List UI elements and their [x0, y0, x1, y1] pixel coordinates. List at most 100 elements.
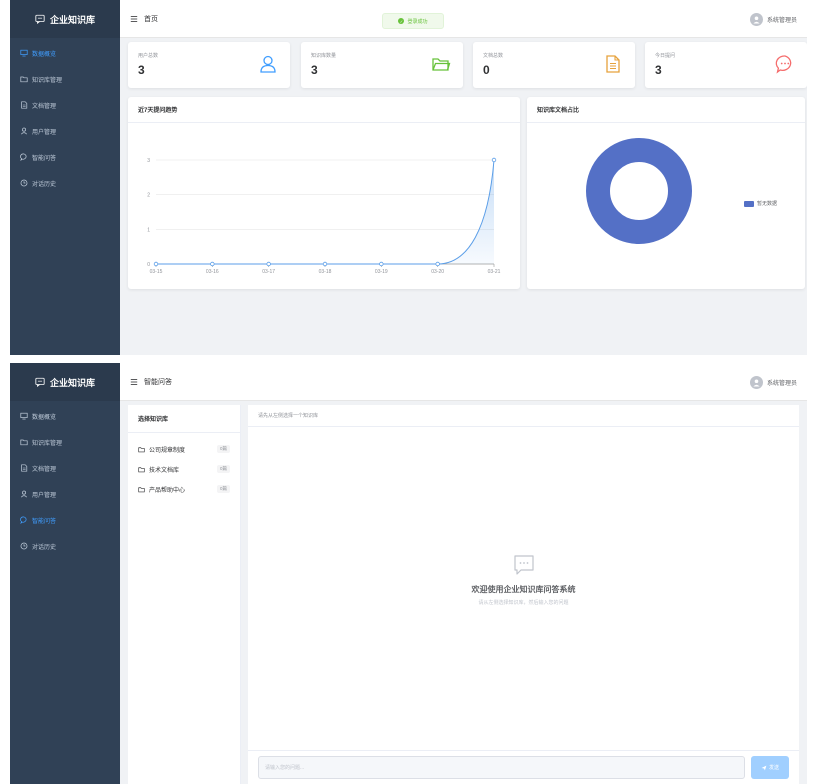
folder-open-icon — [432, 58, 451, 71]
x-tick-label: 03-19 — [375, 269, 388, 275]
sidebar-item-overview[interactable]: 数据概览 — [10, 40, 120, 66]
question-input[interactable] — [258, 756, 745, 779]
dashboard-screen: 企业知识库 数据概览 知识库管理 文档管理 用户管理 智能问答 对话历史 首页 … — [10, 0, 807, 355]
stat-card-kb: 知识库数量 3 — [301, 42, 463, 88]
data-point — [491, 157, 497, 163]
check-circle-icon: ✓ — [398, 18, 405, 24]
user-icon — [20, 490, 28, 498]
series-area — [156, 160, 494, 264]
sidebar-item-label: 智能问答 — [32, 155, 57, 162]
chat-icon — [20, 153, 27, 161]
kb-panel-title: 选择知识库 — [128, 405, 240, 433]
x-tick-label: 03-17 — [262, 269, 275, 275]
chat-icon — [20, 516, 27, 524]
x-tick-label: 03-18 — [319, 269, 332, 275]
stat-card-questions: 今日提问 3 — [645, 42, 807, 88]
top-navbar: 智能问答 系统管理员 — [120, 363, 807, 401]
sidebar-item-label: 知识库管理 — [32, 77, 63, 84]
x-tick-label: 03-20 — [431, 269, 444, 275]
sidebar-item-overview[interactable]: 数据概览 — [10, 403, 120, 429]
username: 系统管理员 — [766, 17, 797, 24]
sidebar-item-label: 知识库管理 — [32, 440, 63, 447]
sidebar-item-history[interactable]: 对话历史 — [10, 170, 120, 196]
user-menu[interactable]: 系统管理员 — [749, 363, 797, 401]
logo-text: 企业知识库 — [49, 14, 95, 25]
stat-value: 0 — [483, 63, 490, 77]
legend-label: 暂无数据 — [757, 201, 778, 207]
kb-doc-count: 0篇 — [216, 465, 230, 473]
sidebar-item-kb-manage[interactable]: 知识库管理 — [10, 429, 120, 455]
trend-chart-title: 近7天提问趋势 — [128, 97, 520, 123]
main-content: 智能问答 系统管理员 选择知识库 公司规章制度 0篇 技术文档库 0篇 产品帮助… — [120, 363, 807, 784]
breadcrumb: 首页 — [144, 15, 158, 23]
sidebar-item-qa[interactable]: 智能问答 — [10, 507, 120, 533]
logo[interactable]: 企业知识库 — [10, 0, 120, 38]
legend-swatch — [744, 200, 754, 207]
pie-legend[interactable]: 暂无数据 — [744, 200, 777, 207]
trend-chart-card: 近7天提问趋势 0 1 2 3 03-15 03-16 03-17 03-18 03-19 03-… — [128, 97, 520, 289]
monitor-icon — [20, 49, 28, 57]
data-point — [435, 261, 440, 267]
kb-item[interactable]: 技术文档库 0篇 — [128, 459, 240, 479]
success-toast: ✓ 登录成功 — [382, 13, 444, 29]
welcome-title: 欢迎使用企业知识库问答系统 — [471, 585, 576, 594]
welcome-section: 欢迎使用企业知识库问答系统 请从左侧选择知识库，然后输入您的问题 — [248, 553, 799, 606]
send-button[interactable]: 发送 — [751, 756, 789, 779]
x-tick-label: 03-16 — [206, 269, 219, 275]
sidebar-item-users[interactable]: 用户管理 — [10, 118, 120, 144]
kb-item[interactable]: 公司规章制度 0篇 — [128, 439, 240, 459]
stat-label: 文档总数 — [483, 53, 504, 59]
sidebar-item-docs[interactable]: 文档管理 — [10, 455, 120, 481]
chat-logo-icon — [35, 377, 45, 387]
kb-doc-count: 0篇 — [216, 445, 230, 453]
trend-chart: 0 1 2 3 03-15 03-16 03-17 03-18 03-19 03-20 03-21 — [147, 157, 501, 275]
person-icon — [753, 15, 760, 24]
clock-icon — [20, 179, 28, 187]
kb-doc-count: 0篇 — [216, 485, 230, 493]
data-point — [266, 261, 271, 267]
sidebar-item-label: 用户管理 — [32, 129, 57, 136]
chat-bubble-icon — [513, 555, 534, 575]
sidebar-item-label: 数据概览 — [32, 414, 57, 421]
stat-label: 知识库数量 — [311, 53, 337, 59]
stat-value: 3 — [138, 63, 145, 77]
welcome-subtitle: 请从左侧选择知识库，然后输入您的问题 — [478, 600, 569, 606]
logo[interactable]: 企业知识库 — [10, 363, 120, 401]
hamburger-icon[interactable] — [130, 378, 138, 386]
kb-selector-panel: 选择知识库 公司规章制度 0篇 技术文档库 0篇 产品帮助中心 0篇 — [128, 405, 241, 784]
sidebar-item-label: 文档管理 — [32, 103, 57, 110]
sidebar-item-kb-manage[interactable]: 知识库管理 — [10, 66, 120, 92]
x-tick-label: 03-21 — [488, 269, 501, 275]
sidebar: 企业知识库 数据概览 知识库管理 文档管理 用户管理 智能问答 对话历史 — [10, 0, 120, 355]
sidebar-item-history[interactable]: 对话历史 — [10, 533, 120, 559]
kb-name: 技术文档库 — [149, 467, 180, 474]
chat-logo-icon — [35, 14, 45, 24]
y-tick-label: 0 — [147, 262, 150, 268]
sidebar-menu: 数据概览 知识库管理 文档管理 用户管理 智能问答 对话历史 — [10, 401, 120, 559]
pie-chart-title: 知识库文档占比 — [527, 97, 805, 123]
pie-slice[interactable] — [586, 138, 692, 244]
chat-hint: 请先从左侧选择一个知识库 — [248, 405, 799, 427]
sidebar-menu: 数据概览 知识库管理 文档管理 用户管理 智能问答 对话历史 — [10, 38, 120, 196]
pie-chart-card: 知识库文档占比 暂无数据 — [527, 97, 805, 289]
qa-screen: 企业知识库 数据概览 知识库管理 文档管理 用户管理 智能问答 对话历史 智能问… — [10, 363, 807, 784]
user-icon — [260, 55, 276, 73]
sidebar-item-label: 对话历史 — [32, 544, 57, 551]
stat-card-docs: 文档总数 0 — [473, 42, 635, 88]
sidebar-item-qa[interactable]: 智能问答 — [10, 144, 120, 170]
kb-item[interactable]: 产品帮助中心 0篇 — [128, 479, 240, 499]
send-icon — [761, 765, 767, 770]
x-tick-label: 03-15 — [150, 269, 163, 275]
sidebar-item-users[interactable]: 用户管理 — [10, 481, 120, 507]
sidebar-item-docs[interactable]: 文档管理 — [10, 92, 120, 118]
stat-label: 今日提问 — [655, 53, 676, 59]
sidebar-item-label: 用户管理 — [32, 492, 57, 499]
hamburger-icon[interactable] — [130, 15, 138, 23]
stat-card-users: 用户总数 3 — [128, 42, 290, 88]
user-menu[interactable]: 系统管理员 — [749, 0, 797, 38]
avatar — [749, 12, 763, 26]
avatar — [749, 375, 763, 389]
logo-text: 企业知识库 — [49, 377, 95, 388]
kb-name: 产品帮助中心 — [149, 487, 186, 494]
stat-value: 3 — [655, 63, 662, 77]
